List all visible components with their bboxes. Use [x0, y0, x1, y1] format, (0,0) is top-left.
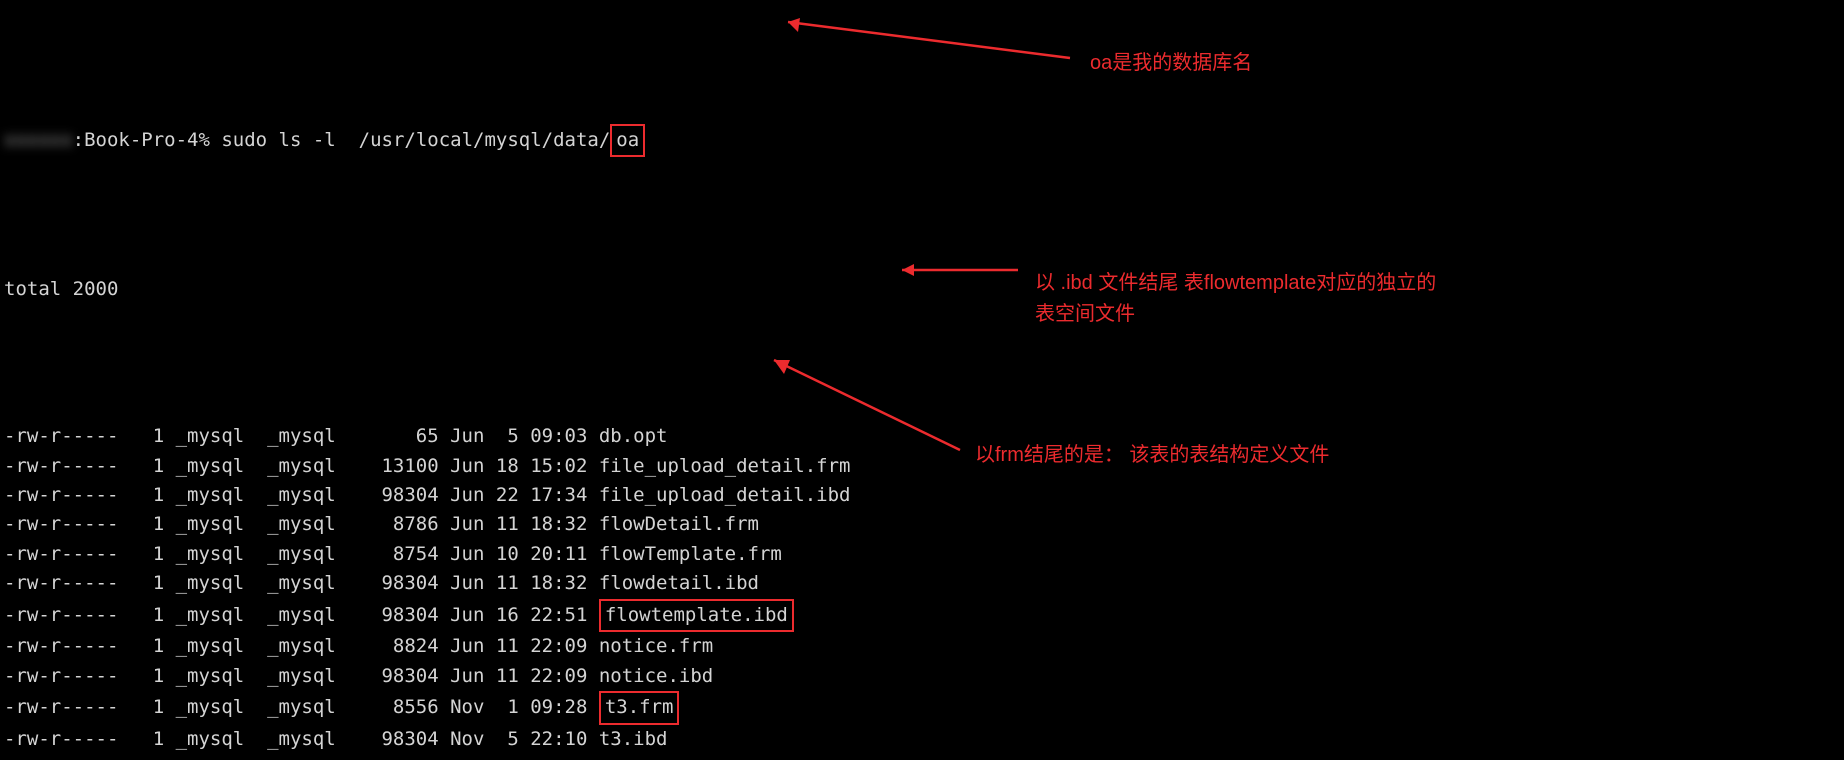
list-item: -rw-r----- 1 _mysql _mysql 8584 Nov 1 10… — [4, 754, 1840, 760]
file-name: file_upload_detail.ibd — [599, 484, 851, 506]
hostname-blurred: xxxxxx — [4, 129, 73, 151]
file-name: flowtemplate.ibd — [599, 599, 794, 632]
command-line: xxxxxx:Book-Pro-4% sudo ls -l /usr/local… — [4, 124, 1840, 157]
list-item: -rw-r----- 1 _mysql _mysql 8556 Nov 1 09… — [4, 691, 1840, 724]
list-item: -rw-r----- 1 _mysql _mysql 8786 Jun 11 1… — [4, 510, 1840, 539]
annotation-oa: oa是我的数据库名 — [1090, 48, 1252, 79]
list-item: -rw-r----- 1 _mysql _mysql 65 Jun 5 09:0… — [4, 422, 1840, 451]
list-item: -rw-r----- 1 _mysql _mysql 98304 Nov 5 2… — [4, 725, 1840, 754]
command-text: sudo ls -l /usr/local/mysql/data/ — [221, 129, 610, 151]
file-name: notice.ibd — [599, 665, 713, 687]
file-listing: -rw-r----- 1 _mysql _mysql 65 Jun 5 09:0… — [4, 422, 1840, 760]
arrow-oa — [770, 14, 1080, 64]
file-name: flowdetail.ibd — [599, 572, 759, 594]
list-item: -rw-r----- 1 _mysql _mysql 98304 Jun 16 … — [4, 599, 1840, 632]
list-item: -rw-r----- 1 _mysql _mysql 98304 Jun 22 … — [4, 481, 1840, 510]
list-item: -rw-r----- 1 _mysql _mysql 8754 Jun 10 2… — [4, 540, 1840, 569]
file-name: flowDetail.frm — [599, 513, 759, 535]
file-name: t3.frm — [599, 691, 680, 724]
file-name: file_upload_detail.frm — [599, 455, 851, 477]
list-item: -rw-r----- 1 _mysql _mysql 98304 Jun 11 … — [4, 662, 1840, 691]
annotation-frm: 以frm结尾的是： 该表的表结构定义文件 — [975, 440, 1329, 471]
file-name: flowTemplate.frm — [599, 543, 782, 565]
file-name: t3.ibd — [599, 728, 668, 750]
list-item: -rw-r----- 1 _mysql _mysql 13100 Jun 18 … — [4, 452, 1840, 481]
list-item: -rw-r----- 1 _mysql _mysql 98304 Jun 11 … — [4, 569, 1840, 598]
file-name: notice.frm — [599, 635, 713, 657]
total-line: total 2000 — [4, 275, 1840, 304]
list-item: -rw-r----- 1 _mysql _mysql 8824 Jun 11 2… — [4, 632, 1840, 661]
annotation-ibd: 以 .ibd 文件结尾 表flowtemplate对应的独立的 表空间文件 — [1035, 268, 1436, 330]
hostname-suffix: :Book-Pro-4% — [73, 129, 222, 151]
terminal[interactable]: xxxxxx:Book-Pro-4% sudo ls -l /usr/local… — [0, 0, 1844, 760]
highlight-oa: oa — [610, 124, 645, 157]
file-name: db.opt — [599, 425, 668, 447]
